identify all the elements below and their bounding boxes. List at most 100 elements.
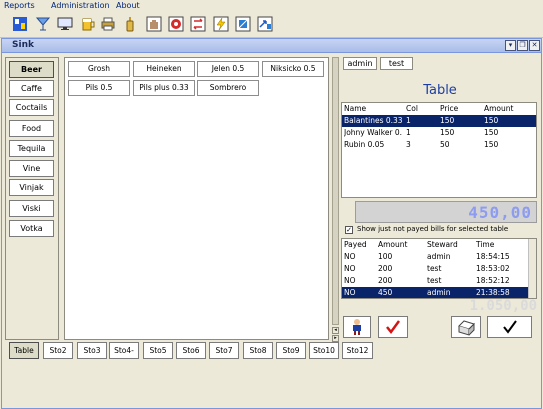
cash-register-icon xyxy=(458,320,475,336)
order-amount: 150 xyxy=(484,116,499,125)
product-button[interactable]: Pils 0.5 xyxy=(68,80,130,96)
confirm-check-icon xyxy=(502,320,517,334)
users-icon[interactable] xyxy=(10,14,30,34)
minimize-button[interactable]: ▾ xyxy=(505,40,516,51)
column-header[interactable]: Payed xyxy=(344,239,367,250)
frame-titlebar: Sink ▾ ❐ ✕ xyxy=(2,39,541,53)
monitor-icon[interactable] xyxy=(55,14,75,34)
category-vinjak[interactable]: Vinjak xyxy=(9,179,54,196)
export-icon[interactable] xyxy=(255,14,275,34)
order-name: Balantines 0.33 xyxy=(344,116,403,125)
safe-icon[interactable] xyxy=(166,14,186,34)
category-beer[interactable]: Beer xyxy=(9,61,54,78)
bill-steward: test xyxy=(427,264,442,273)
window-title: Sink xyxy=(12,40,34,50)
bill-amount: 200 xyxy=(378,276,393,285)
show-unpaid-checkbox[interactable]: ✓ xyxy=(345,226,353,234)
tab-sto10[interactable]: Sto10 xyxy=(309,342,339,359)
tab-sto4[interactable]: Sto4- xyxy=(109,342,139,359)
bill-payed: NO xyxy=(344,252,356,261)
user-name-field[interactable]: admin xyxy=(343,57,377,70)
hand-icon[interactable] xyxy=(144,14,164,34)
split-divider[interactable] xyxy=(332,57,339,325)
product-button[interactable]: Heineken xyxy=(133,61,195,77)
menu-reports[interactable]: Reports xyxy=(4,1,35,10)
column-header[interactable]: Amount xyxy=(484,103,513,114)
column-header[interactable]: Col xyxy=(406,103,418,114)
table-label: Table xyxy=(423,83,457,98)
switch-icon[interactable] xyxy=(233,14,253,34)
tab-sto3[interactable]: Sto3 xyxy=(77,342,107,359)
product-button[interactable]: Sombrero xyxy=(197,80,259,96)
bill-payed: NO xyxy=(344,264,356,273)
category-votka[interactable]: Votka xyxy=(9,220,54,237)
order-amount: 150 xyxy=(484,128,499,137)
product-button[interactable]: Jelen 0.5 xyxy=(197,61,259,77)
tab-sto2[interactable]: Sto2 xyxy=(43,342,73,359)
column-header[interactable]: Time xyxy=(476,239,494,250)
table-row[interactable]: Rubin 0.05 3 50 150 xyxy=(342,139,536,151)
table-row[interactable]: NO 200 test 18:53:02 xyxy=(342,263,529,275)
bills-table[interactable]: Payed Amount Steward Time NO 100 admin 1… xyxy=(341,238,537,299)
column-header[interactable]: Name xyxy=(344,103,366,114)
order-amount: 150 xyxy=(484,140,499,149)
bill-amount: 200 xyxy=(378,264,393,273)
beer-mug-icon[interactable] xyxy=(78,14,98,34)
category-coctails[interactable]: Coctails xyxy=(9,99,54,116)
menu-bar: Reports Administration About xyxy=(0,0,543,12)
waiter-button[interactable] xyxy=(343,316,371,338)
bill-time: 18:52:12 xyxy=(476,276,510,285)
toolbar xyxy=(0,12,543,38)
order-price: 150 xyxy=(440,116,455,125)
order-name: Rubin 0.05 xyxy=(344,140,385,149)
table-row[interactable]: Johny Walker 0. 1 150 150 xyxy=(342,127,536,139)
category-tequila[interactable]: Tequila xyxy=(9,140,54,157)
exchange-icon[interactable] xyxy=(188,14,208,34)
order-table[interactable]: Name Col Price Amount Balantines 0.33 1 … xyxy=(341,102,537,198)
order-col: 3 xyxy=(406,140,411,149)
tab-sto12[interactable]: Sto12 xyxy=(342,342,373,359)
collapse-right-arrow[interactable]: ▸ xyxy=(332,335,339,342)
category-caffe[interactable]: Caffe xyxy=(9,80,54,97)
column-header[interactable]: Steward xyxy=(427,239,458,250)
tab-sto6[interactable]: Sto6 xyxy=(176,342,206,359)
tab-sto9[interactable]: Sto9 xyxy=(276,342,306,359)
confirm-button[interactable] xyxy=(487,316,532,338)
checkmark-red-icon xyxy=(386,320,401,335)
order-col: 1 xyxy=(406,128,411,137)
menu-administration[interactable]: Administration xyxy=(51,1,110,10)
product-button[interactable]: Pils plus 0.33 xyxy=(133,80,195,96)
category-vine[interactable]: Vine xyxy=(9,160,54,177)
order-price: 150 xyxy=(440,128,455,137)
cash-register-button[interactable] xyxy=(451,316,481,338)
menu-about[interactable]: About xyxy=(116,1,140,10)
bottle-icon[interactable] xyxy=(120,14,140,34)
tab-table[interactable]: Table xyxy=(9,342,39,359)
tab-sto5[interactable]: Sto5 xyxy=(143,342,173,359)
tab-sto7[interactable]: Sto7 xyxy=(209,342,239,359)
restore-button[interactable]: ❐ xyxy=(517,40,528,51)
order-name: Johny Walker 0. xyxy=(344,128,403,137)
show-unpaid-label: Show just not payed bills for selected t… xyxy=(357,225,509,233)
product-button[interactable]: Grosh xyxy=(68,61,130,77)
mark-button[interactable] xyxy=(378,316,408,338)
product-panel xyxy=(64,57,329,340)
product-button[interactable]: Niksicko 0.5 xyxy=(262,61,324,77)
order-col: 1 xyxy=(406,116,411,125)
category-food[interactable]: Food xyxy=(9,120,54,137)
column-header[interactable]: Amount xyxy=(378,239,407,250)
bills-scrollbar[interactable] xyxy=(528,239,536,298)
lightning-icon[interactable] xyxy=(211,14,231,34)
close-button[interactable]: ✕ xyxy=(529,40,540,51)
category-viski[interactable]: Viski xyxy=(9,200,54,217)
printer-icon[interactable] xyxy=(98,14,118,34)
user-password-field[interactable]: test xyxy=(380,57,413,70)
cocktail-icon[interactable] xyxy=(33,14,53,34)
table-row[interactable]: NO 100 admin 18:54:15 xyxy=(342,251,529,263)
column-header[interactable]: Price xyxy=(440,103,458,114)
table-row[interactable]: NO 200 test 18:52:12 xyxy=(342,275,529,287)
table-row[interactable]: Balantines 0.33 1 150 150 xyxy=(342,115,536,127)
tab-sto8[interactable]: Sto8 xyxy=(243,342,273,359)
collapse-left-arrow[interactable]: ◂ xyxy=(332,327,339,334)
bill-amount: 100 xyxy=(378,252,393,261)
